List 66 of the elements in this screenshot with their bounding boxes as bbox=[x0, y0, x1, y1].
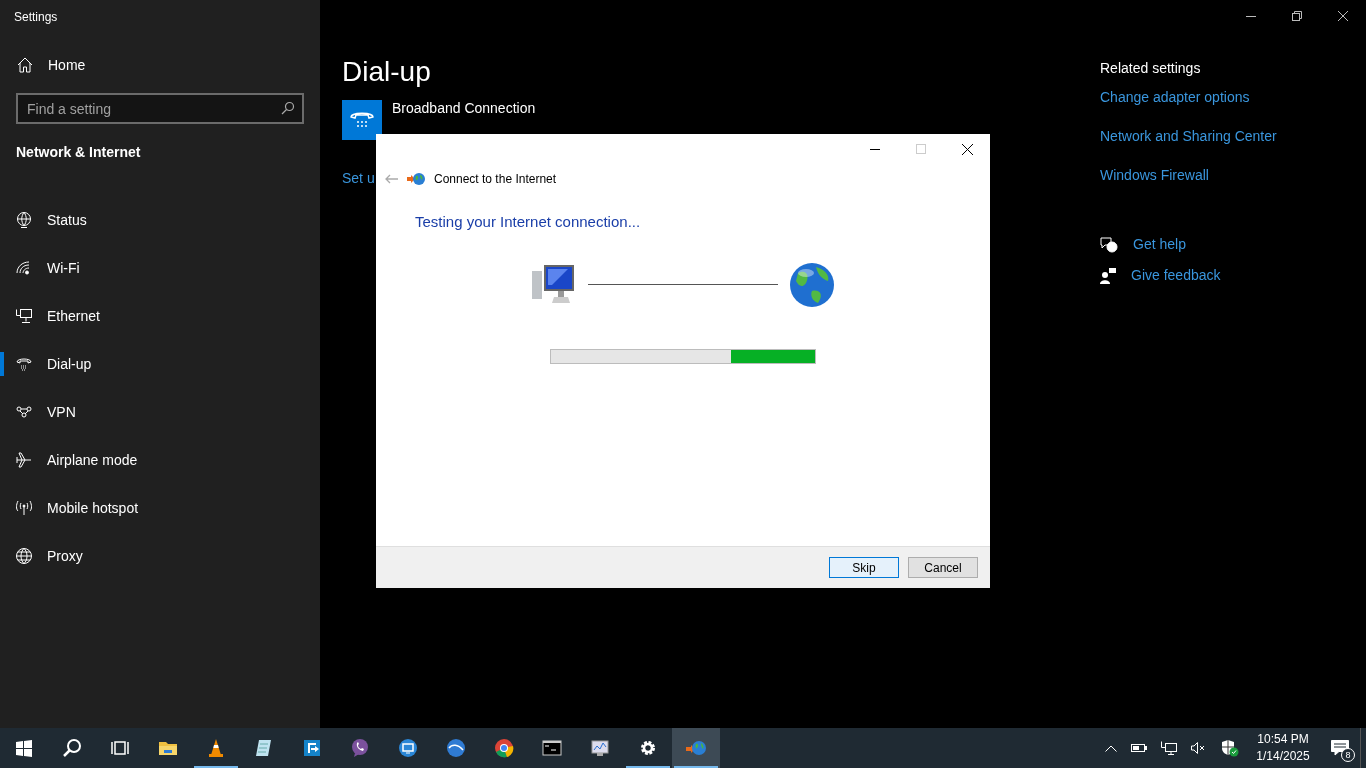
notepad-icon bbox=[254, 738, 274, 758]
minimize-icon bbox=[870, 148, 880, 150]
monitor-circle-icon bbox=[398, 738, 418, 758]
related-settings-title: Related settings bbox=[1100, 59, 1202, 78]
monitor-chart-icon bbox=[590, 738, 610, 758]
search-icon bbox=[281, 101, 295, 115]
clock[interactable]: 10:54 PM 1/14/2025 bbox=[1252, 731, 1314, 765]
related-link[interactable]: Windows Firewall bbox=[1100, 165, 1209, 186]
home-icon bbox=[17, 57, 33, 73]
sphere-icon bbox=[446, 738, 466, 758]
help-link[interactable]: Give feedback bbox=[1131, 265, 1221, 286]
restore-icon bbox=[1292, 11, 1302, 21]
related-link[interactable]: Network and Sharing Center bbox=[1100, 126, 1277, 147]
close-icon bbox=[1338, 11, 1348, 21]
gear-icon bbox=[638, 738, 658, 758]
globe-icon bbox=[788, 261, 836, 309]
search-icon[interactable] bbox=[62, 738, 82, 758]
nav-item[interactable]: VPN bbox=[0, 388, 320, 436]
windows-logo-icon[interactable] bbox=[14, 738, 34, 758]
battery-icon[interactable] bbox=[1131, 743, 1147, 753]
network-monitor-icon[interactable] bbox=[1161, 741, 1177, 755]
connection-name: Broadband Connection bbox=[392, 101, 536, 115]
terminal-icon bbox=[542, 738, 562, 758]
task-view-icon[interactable] bbox=[110, 738, 130, 758]
phone-bubble-icon bbox=[350, 738, 370, 758]
help-link[interactable]: Get help bbox=[1133, 234, 1186, 255]
notification-count: 8 bbox=[1341, 748, 1355, 762]
notifications-button[interactable]: 8 bbox=[1320, 728, 1360, 768]
vpn-icon bbox=[16, 406, 32, 418]
nav-item[interactable]: Ethernet bbox=[0, 292, 320, 340]
page-heading: Dial-up bbox=[342, 55, 432, 89]
minimize-icon bbox=[1246, 15, 1256, 17]
setup-link[interactable]: Set u bbox=[342, 170, 375, 186]
arrow-window-icon bbox=[302, 738, 322, 758]
globe-monitor-icon bbox=[16, 212, 32, 228]
globe-arrow-icon bbox=[686, 738, 706, 758]
home-link[interactable]: Home bbox=[0, 42, 320, 88]
dialog-button[interactable]: Skip bbox=[829, 557, 899, 578]
dialog-title: Connect to the Internet bbox=[434, 171, 557, 188]
airplane-icon bbox=[16, 452, 32, 468]
close-icon bbox=[961, 143, 973, 155]
chrome-icon bbox=[494, 738, 514, 758]
person-feedback-icon bbox=[1100, 267, 1116, 284]
ethernet-icon bbox=[16, 309, 32, 323]
speaker-muted-icon[interactable] bbox=[1191, 742, 1207, 754]
shield-check-icon[interactable] bbox=[1221, 739, 1239, 757]
globe-arrow-icon bbox=[407, 172, 425, 186]
status-heading: Testing your Internet connection... bbox=[415, 213, 641, 230]
nav-item[interactable]: Airplane mode bbox=[0, 436, 320, 484]
dialup-connection-tile[interactable] bbox=[342, 100, 382, 140]
nav-item[interactable]: Wi-Fi bbox=[0, 244, 320, 292]
nav-item[interactable]: Proxy bbox=[0, 532, 320, 580]
related-link[interactable]: Change adapter options bbox=[1100, 87, 1250, 108]
section-title: Network & Internet bbox=[16, 142, 141, 162]
window-title: Settings bbox=[14, 9, 58, 26]
chevron-up-icon[interactable] bbox=[1105, 744, 1117, 752]
search-field[interactable]: Find a setting bbox=[16, 93, 304, 124]
phone-icon bbox=[16, 357, 32, 371]
globe-icon bbox=[16, 548, 32, 564]
nav-item[interactable]: Status bbox=[0, 196, 320, 244]
traffic-cone-icon bbox=[206, 738, 226, 758]
wifi-icon bbox=[16, 261, 32, 275]
nav-item[interactable]: Mobile hotspot bbox=[0, 484, 320, 532]
maximize-icon bbox=[916, 144, 926, 154]
dialog-button[interactable]: Cancel bbox=[908, 557, 978, 578]
antenna-icon bbox=[16, 501, 32, 515]
